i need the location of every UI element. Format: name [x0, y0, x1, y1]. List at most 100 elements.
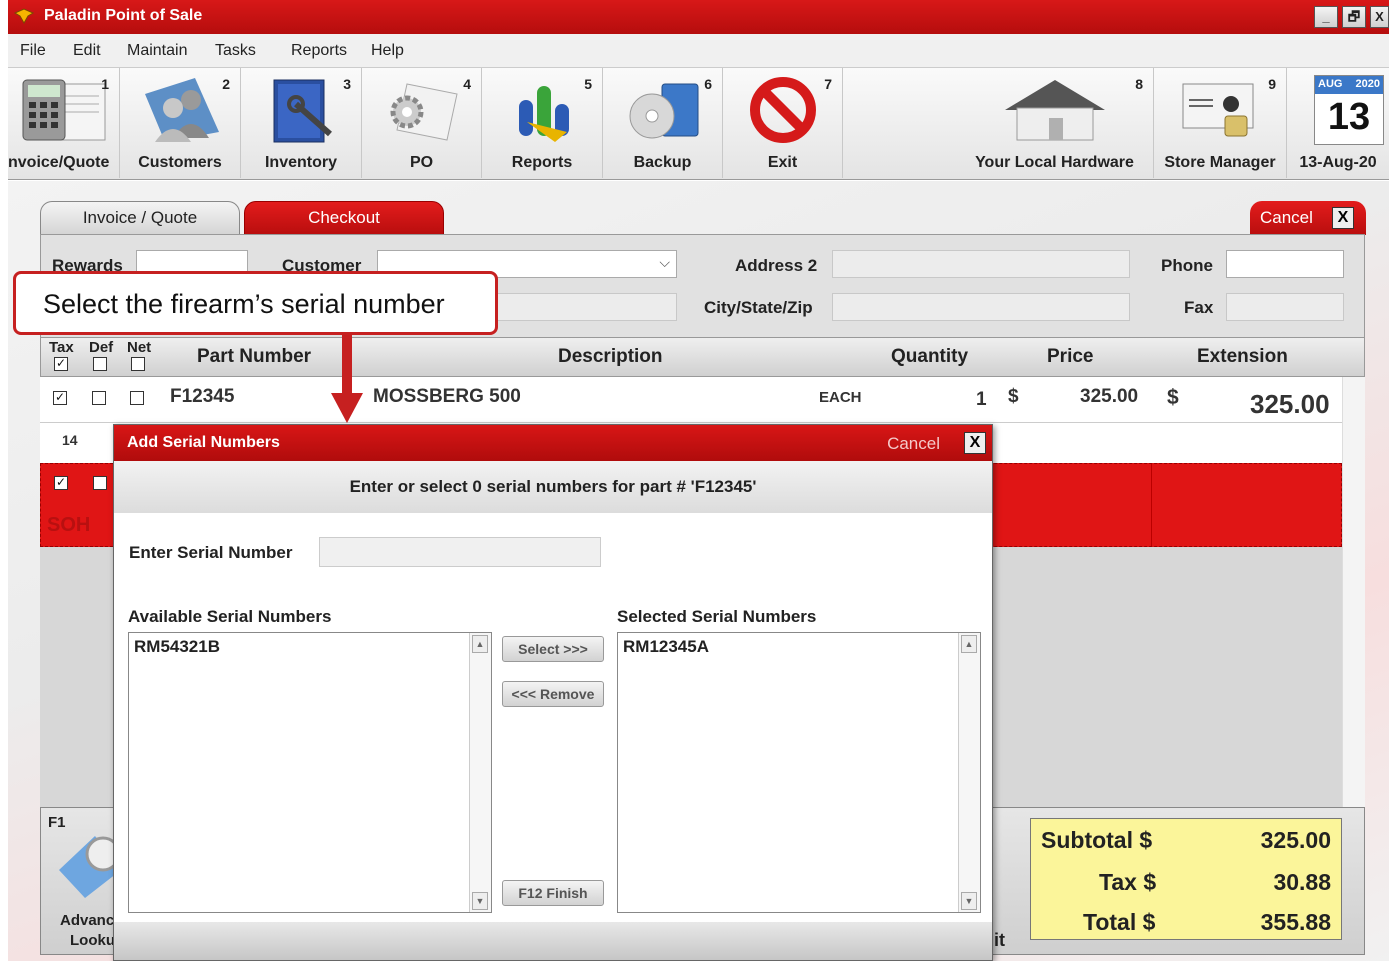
cancel-invoice-button[interactable]: Cancel X [1250, 201, 1366, 235]
menu-bar: File Edit Maintain Tasks Reports Help [8, 34, 1389, 68]
phone-input[interactable] [1226, 250, 1344, 278]
scroll-down-icon[interactable]: ▼ [961, 892, 977, 910]
menu-reports[interactable]: Reports [291, 42, 347, 60]
toolbar-inventory[interactable]: 3 Inventory [241, 68, 362, 178]
po-icon [390, 83, 458, 141]
extension-currency: $ [1167, 386, 1179, 409]
serial-number-input[interactable] [319, 537, 601, 567]
city-state-zip-input[interactable] [832, 293, 1130, 321]
toolbar-label: Backup [633, 154, 692, 171]
f1-label: F1 [48, 814, 66, 831]
def-checkbox[interactable] [93, 476, 107, 490]
select-serial-button[interactable]: Select >>> [502, 636, 604, 662]
tax-checkbox[interactable]: ✓ [53, 391, 67, 405]
toolbar: 1 nvoice/Quote 2 Customers 3 Inventory 4… [8, 68, 1389, 180]
address2-input[interactable] [832, 250, 1130, 278]
unit-cell: EACH [819, 389, 862, 406]
available-serials-list[interactable]: RM54321B ▲ ▼ [128, 632, 492, 913]
soh-label: SOH [47, 514, 91, 536]
scroll-up-icon[interactable]: ▲ [961, 635, 977, 653]
invoice-icon [22, 79, 105, 141]
tax-checkbox[interactable]: ✓ [54, 476, 68, 490]
toolbar-reports[interactable]: 5 Reports [482, 68, 603, 178]
phone-label: Phone [1161, 256, 1213, 275]
list-item[interactable]: RM54321B [134, 637, 220, 657]
list-item[interactable]: RM12345A [623, 637, 709, 657]
toolbar-customers[interactable]: 2 Customers [120, 68, 241, 178]
remove-serial-button[interactable]: <<< Remove [502, 681, 604, 707]
table-row[interactable]: ✓ F12345 MOSSBERG 500 EACH 1 $ 325.00 $ … [40, 377, 1365, 423]
advanced-lookup-label-1: Advanc [60, 912, 115, 929]
header-part-number: Part Number [197, 346, 312, 367]
toolbar-backup[interactable]: 6 Backup [603, 68, 723, 178]
calendar-day: 13 [1327, 96, 1371, 138]
window-title: Paladin Point of Sale [44, 7, 203, 24]
price-currency: $ [1008, 386, 1019, 407]
toolbar-number: 6 [704, 76, 712, 92]
toolbar-po[interactable]: 4 PO [362, 68, 482, 178]
toolbar-exit[interactable]: 7 Exit [723, 68, 843, 178]
selected-serials-list[interactable]: RM12345A ▲ ▼ [617, 632, 981, 913]
fax-input[interactable] [1226, 293, 1344, 321]
inventory-icon [273, 79, 332, 143]
dialog-close-icon[interactable]: X [964, 432, 986, 454]
toolbar-store-manager[interactable]: 9 Store Manager [1154, 68, 1287, 178]
callout-arrow-icon [331, 393, 363, 423]
total-label: Total $ [1083, 909, 1156, 935]
toolbar-label: Inventory [264, 154, 337, 171]
dialog-instruction: Enter or select 0 serial numbers for par… [114, 461, 992, 513]
list-scrollbar[interactable]: ▲ ▼ [469, 633, 491, 912]
description-cell: MOSSBERG 500 [373, 386, 521, 407]
callout-arrow-shaft [342, 335, 352, 395]
restore-button[interactable]: 🗗 [1342, 6, 1366, 28]
minimize-button[interactable]: _ [1314, 6, 1338, 28]
scroll-down-icon[interactable]: ▼ [472, 892, 488, 910]
def-checkbox[interactable] [92, 391, 106, 405]
menu-file[interactable]: File [20, 42, 46, 60]
quantity-cell: 1 [976, 389, 987, 410]
column-divider [1151, 464, 1152, 546]
menu-edit[interactable]: Edit [73, 42, 101, 60]
tax-all-checkbox[interactable]: ✓ [54, 357, 68, 371]
list-scrollbar[interactable]: ▲ ▼ [958, 633, 980, 912]
button-fragment-label: it [994, 930, 1005, 950]
selected-serials-label: Selected Serial Numbers [617, 607, 817, 626]
scroll-up-icon[interactable]: ▲ [472, 635, 488, 653]
toolbar-label: 13-Aug-20 [1299, 154, 1377, 171]
menu-help[interactable]: Help [371, 42, 404, 60]
toolbar-label: Reports [511, 154, 573, 171]
totals-panel: Subtotal $ 325.00 Tax $ 30.88 Total $ 35… [1030, 818, 1342, 940]
toolbar-calendar[interactable]: AUG 2020 13 13-Aug-20 [1287, 68, 1389, 178]
menu-maintain[interactable]: Maintain [127, 42, 187, 60]
toolbar-your-local-hardware[interactable]: 8 Your Local Hardware [956, 68, 1154, 178]
tax-label: Tax $ [1099, 869, 1157, 895]
toolbar-label: Store Manager [1164, 154, 1276, 171]
enter-serial-label: Enter Serial Number [129, 543, 293, 562]
tab-invoice-quote[interactable]: Invoice / Quote [40, 201, 240, 235]
net-all-checkbox[interactable] [131, 357, 145, 371]
tab-checkout[interactable]: Checkout [244, 201, 444, 235]
reports-icon [519, 86, 569, 142]
grid-scrollbar[interactable] [1342, 377, 1365, 807]
close-window-button[interactable]: X [1370, 6, 1389, 28]
store-manager-icon [1182, 83, 1254, 137]
toolbar-number: 5 [584, 76, 592, 92]
def-all-checkbox[interactable] [93, 357, 107, 371]
tax-value: 30.88 [1273, 869, 1331, 895]
close-icon[interactable]: X [1332, 207, 1354, 229]
toolbar-invoice-quote[interactable]: 1 nvoice/Quote [8, 68, 120, 178]
dialog-cancel-button[interactable]: Cancel [887, 434, 940, 454]
toolbar-label: Exit [767, 154, 798, 171]
toolbar-number: 8 [1135, 76, 1143, 92]
grid-header: Tax ✓ Def Net Part Number Description Qu… [40, 337, 1365, 377]
instruction-callout: Select the firearm’s serial number [13, 271, 498, 335]
finish-button[interactable]: F12 Finish [502, 880, 604, 906]
toolbar-number: 3 [343, 76, 351, 92]
backup-icon [629, 83, 698, 139]
toolbar-number: 1 [101, 76, 109, 92]
header-price: Price [1047, 346, 1094, 367]
subtotal-value: 325.00 [1260, 827, 1331, 853]
net-checkbox[interactable] [130, 391, 144, 405]
menu-tasks[interactable]: Tasks [215, 42, 256, 60]
app-logo-icon [14, 8, 34, 25]
